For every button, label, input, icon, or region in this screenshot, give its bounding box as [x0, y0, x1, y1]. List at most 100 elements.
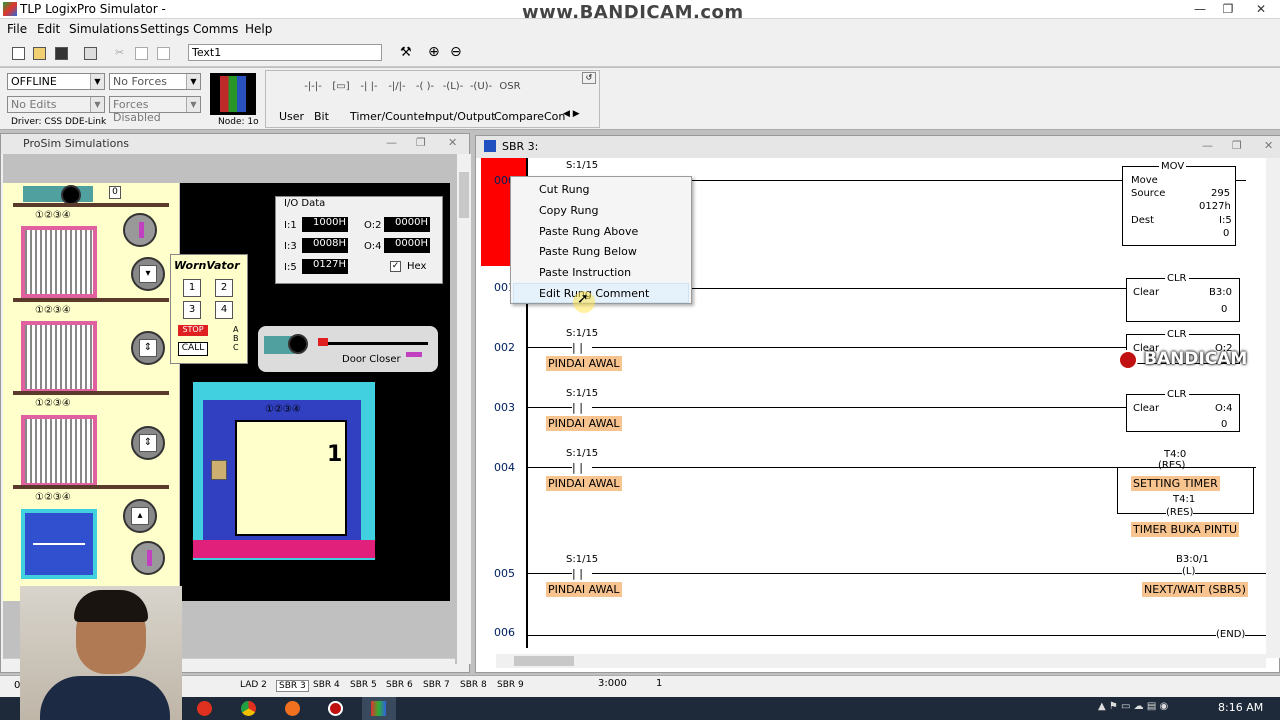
prosim-vscrollbar[interactable] [457, 154, 471, 664]
print-icon[interactable] [80, 43, 100, 63]
save-icon[interactable] [51, 43, 71, 63]
maximize-button[interactable]: ❐ [1214, 0, 1242, 18]
tray-icons[interactable]: ▲ ⚑ ▭ ☁ ▤ ◉ [1098, 701, 1168, 712]
io-data-panel: I/O Data I:1 1000H O:2 0000H I:3 0008H O… [275, 196, 443, 284]
paste-rung-above-item[interactable]: Paste Rung Above [539, 225, 638, 238]
bandicam-taskbar-icon[interactable] [328, 701, 343, 716]
forces-select[interactable]: No Forces ▼ [109, 73, 201, 90]
call-button[interactable]: CALL [178, 342, 208, 356]
tab-sbr8[interactable]: SBR 8 [460, 680, 487, 690]
prosim-maximize-button[interactable]: ❐ [416, 136, 426, 149]
tab-bit[interactable]: Bit [314, 110, 329, 123]
zoom-out-icon[interactable]: ⊖ [446, 43, 466, 63]
res-coil[interactable]: (RES) [1158, 460, 1185, 471]
clr-o4-instruction[interactable]: CLR Clear O:4 0 [1126, 389, 1240, 432]
branch-instruction[interactable]: [▭] [328, 76, 354, 98]
xic-contact[interactable]: | | [572, 401, 583, 414]
clr-name: Clear [1133, 403, 1160, 414]
tab-sbr4[interactable]: SBR 4 [313, 680, 340, 690]
xic-contact[interactable]: | | [572, 341, 583, 354]
text-field[interactable]: Text1 [188, 44, 382, 61]
floor3-call-button[interactable]: ⇕ [131, 331, 165, 365]
rung-number[interactable]: 005 [494, 567, 515, 580]
otu-instruction[interactable]: -(U)- [468, 76, 494, 98]
prosim-close-button[interactable]: ✕ [448, 136, 457, 149]
open-icon[interactable] [29, 43, 49, 63]
clr-address: B3:0 [1209, 287, 1232, 298]
paste-icon[interactable] [153, 43, 173, 63]
cut-icon[interactable]: ✂ [109, 43, 129, 63]
rung-number[interactable]: 004 [494, 461, 515, 474]
tab-sbr6[interactable]: SBR 6 [386, 680, 413, 690]
ladder-maximize-button[interactable]: ❐ [1232, 139, 1242, 152]
keypad-button-2[interactable]: 2 [215, 279, 233, 297]
hex-checkbox[interactable]: ✓ [390, 261, 401, 272]
ladder-close-button[interactable]: ✕ [1264, 139, 1273, 152]
tab-lad2[interactable]: LAD 2 [240, 680, 267, 690]
copy-rung-item[interactable]: Copy Rung [539, 204, 598, 217]
mov-instruction[interactable]: MOV Move Source 295 0127h Dest I:5 0 [1122, 161, 1236, 246]
tab-sbr9[interactable]: SBR 9 [497, 680, 524, 690]
tools-icon[interactable]: ⚒ [395, 43, 415, 63]
menu-edit[interactable]: Edit [37, 22, 60, 36]
floor4-call-button[interactable]: ▾ [131, 257, 165, 291]
floor2-call-button[interactable]: ⇕ [131, 426, 165, 460]
paste-instruction-item[interactable]: Paste Instruction [539, 266, 631, 279]
new-icon[interactable] [8, 43, 28, 63]
menu-help[interactable]: Help [245, 22, 272, 36]
menu-comms[interactable]: Comms [193, 22, 238, 36]
logixpro-taskbar-item[interactable] [362, 697, 396, 720]
rung-number[interactable]: 006 [494, 626, 515, 639]
ladder-vscrollbar[interactable] [1266, 158, 1280, 658]
tab-scroll-arrows[interactable]: ◀ ▶ [563, 109, 593, 123]
app-icon-red[interactable] [197, 701, 212, 716]
clr-b3-instruction[interactable]: CLR Clear B3:0 0 [1126, 273, 1240, 322]
res-coil[interactable]: (RES) [1166, 507, 1194, 518]
tab-user[interactable]: User [279, 110, 304, 123]
keypad-button-4[interactable]: 4 [215, 301, 233, 319]
rung-wire [1236, 180, 1246, 181]
osr-instruction[interactable]: OSR [497, 76, 523, 98]
rung-number[interactable]: 002 [494, 341, 515, 354]
xic-contact[interactable]: | | [572, 567, 583, 580]
paste-rung-below-item[interactable]: Paste Rung Below [539, 245, 637, 258]
otl-instruction[interactable]: -(L)- [440, 76, 466, 98]
chrome-icon[interactable] [241, 701, 256, 716]
tab-compare[interactable]: Compare [494, 110, 544, 123]
ladder-hscrollbar[interactable] [496, 654, 1266, 668]
floor1-call-button[interactable]: ▴ [123, 499, 157, 533]
ote-instruction[interactable]: -( )- [412, 76, 438, 98]
close-button[interactable]: ✕ [1242, 0, 1280, 18]
tab-input-output[interactable]: Input/Output [425, 110, 495, 123]
tab-sbr3[interactable]: SBR 3 [276, 680, 309, 692]
xio-instruction[interactable]: -|/|- [384, 76, 410, 98]
zoom-in-icon[interactable]: ⊕ [424, 43, 444, 63]
xic-instruction[interactable]: -|-|- [300, 76, 326, 98]
minimize-button[interactable]: — [1186, 0, 1214, 18]
rung-number[interactable]: 003 [494, 401, 515, 414]
firefox-icon[interactable] [285, 701, 300, 716]
motor-indicator [61, 185, 81, 205]
mov-dest-label: Dest [1131, 215, 1154, 226]
floor-bar [13, 298, 169, 302]
stop-button[interactable]: STOP [178, 325, 208, 336]
xic-contact[interactable]: | | [572, 461, 583, 474]
tab-sbr5[interactable]: SBR 5 [350, 680, 377, 690]
keypad-button-3[interactable]: 3 [183, 301, 201, 319]
cut-rung-item[interactable]: Cut Rung [539, 183, 590, 196]
rung-wire [528, 407, 572, 408]
latch-coil[interactable]: (L) [1182, 566, 1196, 577]
xic2-instruction[interactable]: -| |- [356, 76, 382, 98]
menu-settings[interactable]: Settings [140, 22, 189, 36]
tab-sbr7[interactable]: SBR 7 [423, 680, 450, 690]
menu-file[interactable]: File [7, 22, 27, 36]
ladder-minimize-button[interactable]: — [1202, 139, 1213, 152]
keypad-button-1[interactable]: 1 [183, 279, 201, 297]
menu-simulations[interactable]: Simulations [69, 22, 139, 36]
tab-timer-counter[interactable]: Timer/Counter [350, 110, 429, 123]
contact-address: S:1/15 [566, 388, 599, 399]
palette-close-icon[interactable]: ↺ [582, 72, 596, 84]
mode-select[interactable]: OFFLINE ▼ [7, 73, 105, 90]
prosim-minimize-button[interactable]: — [386, 136, 397, 149]
copy-icon[interactable] [131, 43, 151, 63]
